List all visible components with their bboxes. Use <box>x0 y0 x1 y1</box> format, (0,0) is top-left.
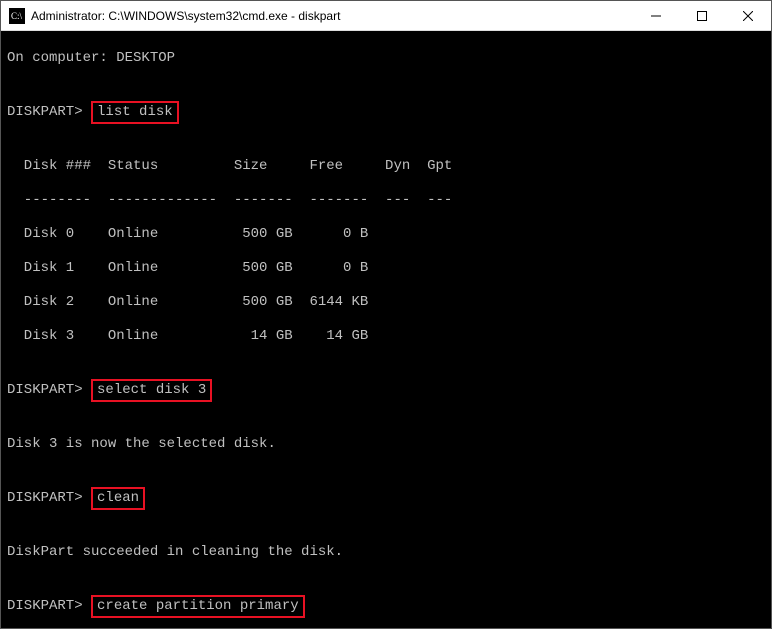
cmd-icon: C:\ <box>9 8 25 24</box>
cmd-create-partition: create partition primary <box>91 595 305 618</box>
table-row: Disk 0 Online 500 GB 0 B <box>7 226 765 243</box>
svg-text:C:\: C:\ <box>11 11 23 21</box>
terminal-output[interactable]: On computer: DESKTOP DISKPART> list disk… <box>1 31 771 628</box>
titlebar[interactable]: C:\ Administrator: C:\WINDOWS\system32\c… <box>1 1 771 31</box>
msg-selected: Disk 3 is now the selected disk. <box>7 436 765 453</box>
window-title: Administrator: C:\WINDOWS\system32\cmd.e… <box>31 9 340 23</box>
line-list-disk: DISKPART> list disk <box>7 101 765 124</box>
table-row: Disk 3 Online 14 GB 14 GB <box>7 328 765 345</box>
line-clean: DISKPART> clean <box>7 487 765 510</box>
cmd-clean: clean <box>91 487 145 510</box>
cmd-window: C:\ Administrator: C:\WINDOWS\system32\c… <box>0 0 772 629</box>
table-row: Disk 2 Online 500 GB 6144 KB <box>7 294 765 311</box>
maximize-button[interactable] <box>679 1 725 31</box>
table-divider: -------- ------------- ------- ------- -… <box>7 192 765 209</box>
table-header: Disk ### Status Size Free Dyn Gpt <box>7 158 765 175</box>
line-on-computer: On computer: DESKTOP <box>7 50 765 67</box>
line-select-disk: DISKPART> select disk 3 <box>7 379 765 402</box>
table-row: Disk 1 Online 500 GB 0 B <box>7 260 765 277</box>
cmd-select-disk: select disk 3 <box>91 379 212 402</box>
minimize-button[interactable] <box>633 1 679 31</box>
close-button[interactable] <box>725 1 771 31</box>
cmd-list-disk: list disk <box>91 101 179 124</box>
msg-clean: DiskPart succeeded in cleaning the disk. <box>7 544 765 561</box>
line-create-part: DISKPART> create partition primary <box>7 595 765 618</box>
